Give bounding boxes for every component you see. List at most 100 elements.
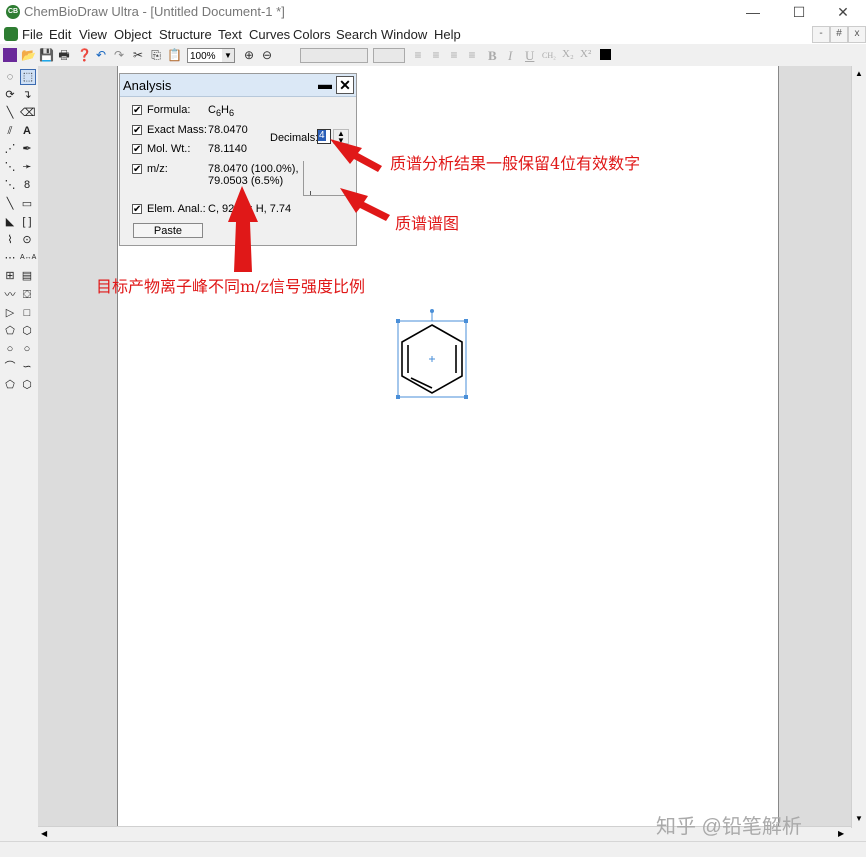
bracket-icon[interactable]: [ ] [20,215,34,229]
menu-edit[interactable]: Edit [49,27,71,42]
menu-file[interactable]: File [22,27,43,42]
menu-window[interactable]: Window [381,27,427,42]
selection-handle[interactable] [464,395,468,399]
cyclohexane-icon[interactable]: ⬡ [20,324,34,338]
cycloheptane-icon[interactable]: ○ [3,342,17,356]
chair-icon[interactable]: ⌒ [3,360,17,374]
help-icon[interactable]: ❓ [77,48,92,62]
justify-icon[interactable]: ≡ [465,48,479,62]
structure-perspective-icon[interactable]: ↴ [20,88,34,102]
cyclooctane-icon[interactable]: ○ [20,342,34,356]
orbital-icon[interactable]: 8 [20,178,34,192]
cyclopentane-icon[interactable]: ⬠ [3,324,17,338]
rectangle-icon[interactable]: ▭ [20,197,34,211]
arrow-tool-icon[interactable]: ➛ [20,160,34,174]
hollow-wedge-icon[interactable]: ⋯ [3,251,17,265]
save-icon[interactable]: 💾 [39,48,54,62]
font-size-select[interactable] [373,48,405,63]
double-bond-icon[interactable]: ⫽ [3,124,17,138]
mz-checkbox[interactable]: ✔ [132,164,142,175]
underline-button[interactable]: U [525,48,534,64]
print-icon[interactable]: 🖶 [57,48,71,62]
superscript-button[interactable]: X² [580,48,591,60]
cut-icon[interactable]: ✂ [131,48,145,62]
chevron-down-icon[interactable]: ▼ [222,49,234,62]
template-icon[interactable]: 〰 [3,288,17,302]
font-select[interactable] [300,48,368,63]
paste-button[interactable]: Paste [133,223,203,238]
dashed-bond-icon[interactable]: ⋰ [3,142,17,156]
align-center-icon[interactable]: ≡ [429,48,443,62]
scroll-right-icon[interactable]: ▶ [838,829,844,838]
close-button[interactable]: ✕ [820,0,866,24]
tlc-plate-icon[interactable]: ▤ [20,269,34,283]
formula-checkbox[interactable]: ✔ [132,105,142,116]
selection-handle[interactable] [396,319,400,323]
eraser-icon[interactable]: ⌫ [20,106,36,120]
chemical-symbols-icon[interactable]: ⊙ [20,233,34,247]
align-right-icon[interactable]: ≡ [447,48,461,62]
open-folder-icon[interactable]: 📂 [21,48,36,62]
align-left-icon[interactable]: ≡ [411,48,425,62]
menu-text[interactable]: Text [218,27,242,42]
marquee-icon[interactable]: ⬚ [20,69,36,85]
menu-object[interactable]: Object [114,27,152,42]
benzene-icon[interactable]: ⬡ [20,378,34,392]
hashed-bond-icon[interactable]: ⋱ [3,160,17,174]
clipware-icon[interactable]: ⛋ [20,288,34,302]
selection-handle[interactable] [396,395,400,399]
menu-structure[interactable]: Structure [159,27,212,42]
formula-button[interactable]: CH₂ [542,51,556,60]
decimals-spinner[interactable]: ▲ ▼ [333,129,349,145]
cyclopropane-icon[interactable]: ▷ [3,306,17,320]
wedge-bond-icon[interactable]: ◣ [3,215,17,229]
vertical-scrollbar[interactable]: ▲ ▼ [851,66,866,828]
menu-colors[interactable]: Colors [293,27,331,42]
rotation-handle[interactable] [430,309,434,313]
italic-button[interactable]: I [508,48,512,64]
bold-button[interactable]: B [488,48,497,64]
text-tool-icon[interactable]: A [20,124,34,138]
decimals-input[interactable]: 4 [317,129,331,144]
mdi-close-button[interactable]: x [848,26,866,43]
cyclopentadiene-icon[interactable]: ⬠ [3,378,17,392]
exact-mass-checkbox[interactable]: ✔ [132,125,142,136]
elem-anal-checkbox[interactable]: ✔ [132,204,142,215]
menu-curves[interactable]: Curves [249,27,290,42]
menu-search[interactable]: Search [336,27,377,42]
hashed-wedge-icon[interactable]: ⋱ [3,178,17,192]
scroll-up-icon[interactable]: ▲ [855,69,863,78]
pen-icon[interactable]: ✒ [20,142,34,156]
redo-icon[interactable]: ↷ [112,48,126,62]
zoom-out-icon[interactable]: ⊖ [260,48,274,62]
wavy-bond-icon[interactable]: ⌇ [3,233,17,247]
chair-alt-icon[interactable]: ∽ [20,360,34,374]
menu-view[interactable]: View [79,27,107,42]
mdi-minimize-button[interactable]: - [812,26,830,43]
cyclobutane-icon[interactable]: □ [20,306,34,320]
query-icon[interactable]: A↔A [20,251,36,265]
subscript-button[interactable]: X₂ [562,48,574,60]
mdi-restore-button[interactable]: # [830,26,848,43]
undo-icon[interactable]: ↶ [94,48,108,62]
new-document-icon[interactable] [3,48,17,62]
rotate-icon[interactable]: ⟳ [3,88,17,102]
maximize-button[interactable]: ☐ [776,0,822,24]
bond-icon[interactable]: ╲ [3,106,17,120]
color-swatch[interactable] [600,49,611,60]
bold-bond-icon[interactable]: ╲ [3,197,17,211]
lasso-icon[interactable]: ◌ [3,70,17,84]
minimize-button[interactable]: — [730,0,776,24]
menu-help[interactable]: Help [434,27,461,42]
selection-handle[interactable] [464,319,468,323]
zoom-in-icon[interactable]: ⊕ [242,48,256,62]
dialog-close-button[interactable]: ✕ [336,76,354,94]
analysis-title-bar[interactable]: Analysis ▬ ✕ [120,74,356,97]
copy-icon[interactable]: ⎘ [149,48,163,62]
paste-icon[interactable]: 📋 [167,48,182,62]
mol-wt-checkbox[interactable]: ✔ [132,144,142,155]
table-icon[interactable]: ⊞ [3,269,17,283]
scroll-down-icon[interactable]: ▼ [855,814,863,823]
scroll-left-icon[interactable]: ◀ [41,829,47,838]
dialog-minimize-button[interactable]: ▬ [316,76,334,94]
